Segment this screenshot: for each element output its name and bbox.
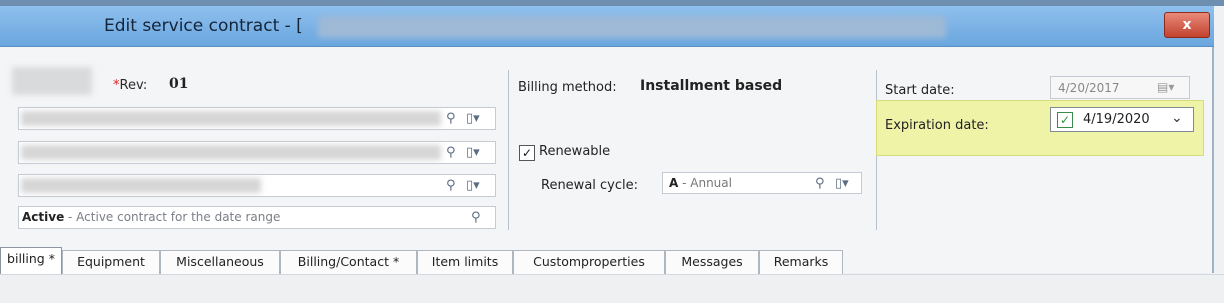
search-icon[interactable]: ⚲	[471, 210, 481, 225]
billing-method-value: Installment based	[640, 78, 783, 94]
status-value: Active - Active contract for the date ra…	[22, 210, 280, 225]
tab-billing-contact[interactable]: Billing/Contact *	[280, 250, 417, 274]
rev-label-text: Rev:	[119, 78, 148, 93]
window-title: Edit service contract - [	[104, 16, 303, 36]
start-date-label: Start date:	[885, 83, 955, 98]
lookup-field-3[interactable]: ⚲ ▯▾	[18, 174, 496, 197]
search-icon[interactable]: ⚲	[446, 111, 456, 126]
document-menu-icon[interactable]: ▯▾	[466, 145, 480, 160]
lookup-field-2[interactable]: ⚲ ▯▾	[18, 141, 496, 164]
renewable-checkbox[interactable]: ✓	[519, 145, 535, 161]
search-icon[interactable]: ⚲	[446, 145, 456, 160]
column-divider	[508, 70, 509, 230]
tab-billing[interactable]: billing *	[0, 247, 62, 274]
renewal-cycle-value: A - Annual	[669, 176, 732, 190]
status-field[interactable]: Active - Active contract for the date ra…	[18, 206, 496, 229]
tab-remarks[interactable]: Remarks	[759, 250, 843, 274]
redacted-value	[21, 178, 261, 193]
title-redacted-region	[318, 16, 946, 38]
status-code: Active	[22, 210, 65, 224]
document-menu-icon[interactable]: ▯▾	[835, 176, 849, 191]
search-icon[interactable]: ⚲	[815, 176, 825, 191]
document-menu-icon[interactable]: ▯▾	[466, 178, 480, 193]
chevron-down-icon[interactable]: ⌄	[1171, 110, 1183, 126]
lookup-field-1[interactable]: ⚲ ▯▾	[18, 107, 496, 130]
tab-content-area	[0, 274, 1224, 303]
billing-method-label: Billing method:	[518, 80, 617, 95]
rev-value: 01	[169, 76, 189, 92]
expiration-date-field[interactable]: ✓ 4/19/2020 ⌄	[1050, 107, 1194, 132]
tab-messages[interactable]: Messages	[665, 250, 759, 274]
renewal-cycle-desc: - Annual	[678, 176, 732, 190]
start-date-field[interactable]: 4/20/2017 ▤▾	[1050, 76, 1190, 99]
tab-miscellaneous[interactable]: Miscellaneous	[160, 250, 280, 274]
expiration-date-checkbox[interactable]: ✓	[1057, 112, 1073, 128]
redacted-value	[21, 145, 441, 160]
renewable-label: Renewable	[539, 144, 611, 159]
renewal-cycle-field[interactable]: A - Annual ⚲ ▯▾	[662, 172, 862, 194]
search-icon[interactable]: ⚲	[446, 178, 456, 193]
close-button[interactable]: x	[1164, 12, 1210, 38]
status-description: - Active contract for the date range	[64, 210, 281, 224]
tab-equipment[interactable]: Equipment	[62, 250, 160, 274]
expiration-date-value: 4/19/2020	[1083, 112, 1150, 127]
start-date-value: 4/20/2017	[1058, 81, 1120, 95]
redacted-value	[21, 111, 441, 126]
tab-customproperties[interactable]: Customproperties	[513, 250, 665, 274]
renewal-cycle-code: A	[669, 176, 679, 190]
calendar-icon[interactable]: ▤▾	[1157, 80, 1174, 94]
redacted-id-field	[12, 67, 92, 95]
rev-label: *Rev:	[113, 78, 147, 93]
document-menu-icon[interactable]: ▯▾	[466, 111, 480, 126]
tab-item-limits[interactable]: Item limits	[417, 250, 513, 274]
expiration-date-label: Expiration date:	[885, 118, 989, 133]
renewal-cycle-label: Renewal cycle:	[541, 178, 639, 193]
window-titlebar: Edit service contract - [ x	[0, 6, 1214, 47]
